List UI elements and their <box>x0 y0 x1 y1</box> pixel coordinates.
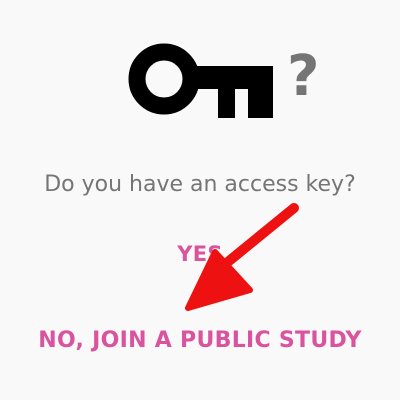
question-mark-icon: ? <box>287 44 320 109</box>
yes-button[interactable]: YES <box>0 238 400 270</box>
access-key-question: Do you have an access key? <box>44 172 356 197</box>
key-icon <box>128 43 273 118</box>
access-key-screen: ? Do you have an access key? YES NO, JOI… <box>0 0 400 400</box>
join-public-study-button[interactable]: NO, JOIN A PUBLIC STUDY <box>0 324 400 358</box>
